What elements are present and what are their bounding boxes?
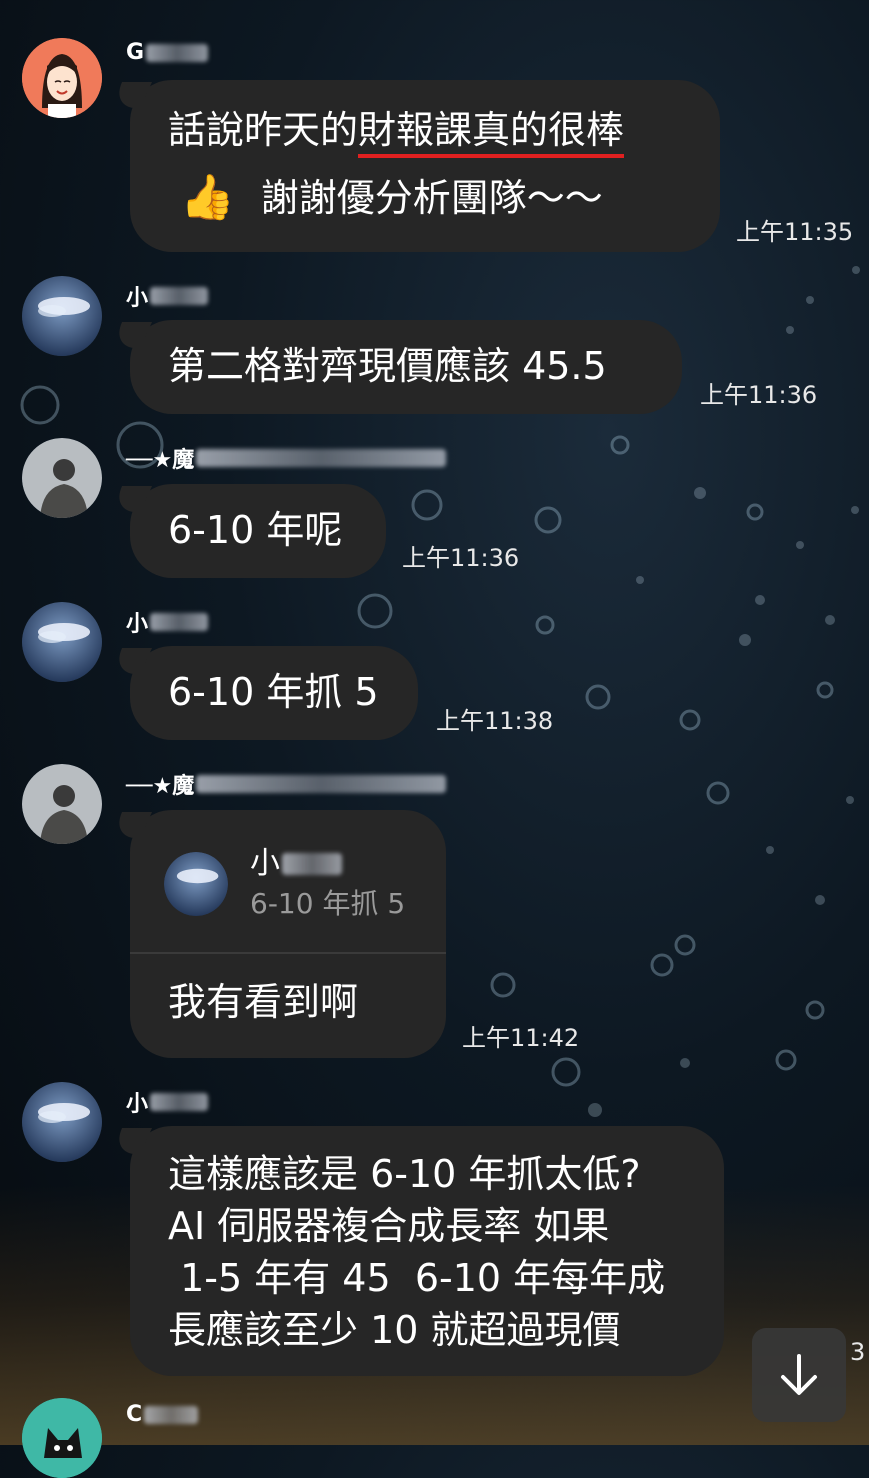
message-line-1: 這樣應該是 6-10 年抓太低? xyxy=(168,1152,641,1196)
message-time: 上午11:36 xyxy=(402,544,520,572)
sky-avatar-icon xyxy=(22,276,102,356)
reply-divider xyxy=(130,952,446,954)
scroll-to-bottom-button[interactable] xyxy=(752,1328,846,1422)
quoted-sender: 小 xyxy=(250,846,280,881)
bubble-tail xyxy=(109,812,153,838)
person-avatar-icon xyxy=(22,764,102,844)
sky-avatar-icon xyxy=(22,602,102,682)
sender-name: 小 xyxy=(126,1086,209,1118)
message-text-line2: 謝謝優分析團隊～～ xyxy=(260,176,603,220)
reply-message-bubble[interactable]: 小 6-10 年抓 5 我有看到啊 xyxy=(109,810,446,1058)
quoted-message[interactable]: 小 6-10 年抓 5 xyxy=(164,844,405,924)
redacted-name xyxy=(150,287,209,305)
message-line-3: 1-5 年有 45 6-10 年每年成 xyxy=(168,1256,666,1300)
message-time: 上午11:42 xyxy=(462,1024,580,1052)
avatar-sky[interactable] xyxy=(22,602,102,682)
redacted-name xyxy=(146,43,209,62)
redacted-name xyxy=(144,1405,199,1424)
message-bubble[interactable]: 話說昨天的財報課真的很棒 👍 謝謝優分析團隊～～ xyxy=(109,80,720,252)
sender-name: ──★魔 xyxy=(126,768,447,800)
message-time: 上午11:36 xyxy=(700,381,818,409)
redacted-name xyxy=(196,449,447,467)
girl-avatar-icon xyxy=(22,38,102,118)
person-avatar-icon xyxy=(22,438,102,518)
avatar-person-back[interactable] xyxy=(22,438,102,518)
message-line-2: AI 伺服器複合成長率 如果 xyxy=(168,1204,610,1248)
bubble-tail xyxy=(109,82,153,108)
avatar-sky[interactable] xyxy=(22,276,102,356)
thumbs-up-icon: 👍 xyxy=(180,172,235,223)
message-text: 6-10 年抓 5 xyxy=(168,670,379,714)
quoted-avatar xyxy=(164,852,228,916)
avatar-cat[interactable] xyxy=(22,1398,102,1478)
sender-name: 小 xyxy=(126,280,209,312)
avatar-sky[interactable] xyxy=(22,1082,102,1162)
sender-name: C xyxy=(126,1402,199,1427)
redacted-name xyxy=(150,1093,209,1111)
sky-avatar-icon xyxy=(164,852,228,916)
message-bubble[interactable]: 6-10 年抓 5 xyxy=(109,646,418,740)
message-bubble[interactable]: 第二格對齊現價應該 45.5 xyxy=(109,320,682,414)
redacted-name xyxy=(150,613,209,631)
message-text: 6-10 年呢 xyxy=(168,508,343,552)
quoted-text: 6-10 年抓 5 xyxy=(250,887,406,920)
message-time: 上午11:38 xyxy=(436,707,554,735)
message-text-prefix: 話說昨天的 xyxy=(168,108,359,152)
underlined-text: 財報課真的很棒 xyxy=(358,108,625,158)
redacted-name xyxy=(282,853,342,875)
avatar-cartoon-girl[interactable] xyxy=(22,38,102,118)
bubble-tail xyxy=(109,648,153,674)
sky-avatar-icon xyxy=(22,1082,102,1162)
arrow-down-icon xyxy=(781,1354,817,1395)
bubble-tail xyxy=(109,322,153,348)
sender-name: G xyxy=(126,40,209,65)
message-text: 我有看到啊 xyxy=(168,980,359,1024)
cat-avatar-icon xyxy=(22,1398,102,1478)
message-text: 第二格對齊現價應該 45.5 xyxy=(168,344,607,388)
bubble-tail xyxy=(109,486,153,512)
message-time-partial: 3 xyxy=(850,1338,866,1366)
message-bubble[interactable]: 6-10 年呢 xyxy=(109,484,386,578)
sender-name: 小 xyxy=(126,606,209,638)
message-line-4: 長應該至少 10 就超過現價 xyxy=(168,1308,621,1352)
message-bubble[interactable]: 這樣應該是 6-10 年抓太低? AI 伺服器複合成長率 如果 1-5 年有 4… xyxy=(109,1126,724,1376)
redacted-name xyxy=(196,775,447,793)
avatar-person-back[interactable] xyxy=(22,764,102,844)
sender-name: ──★魔 xyxy=(126,442,447,474)
bubble-tail xyxy=(109,1128,153,1154)
message-time: 上午11:35 xyxy=(736,218,854,246)
